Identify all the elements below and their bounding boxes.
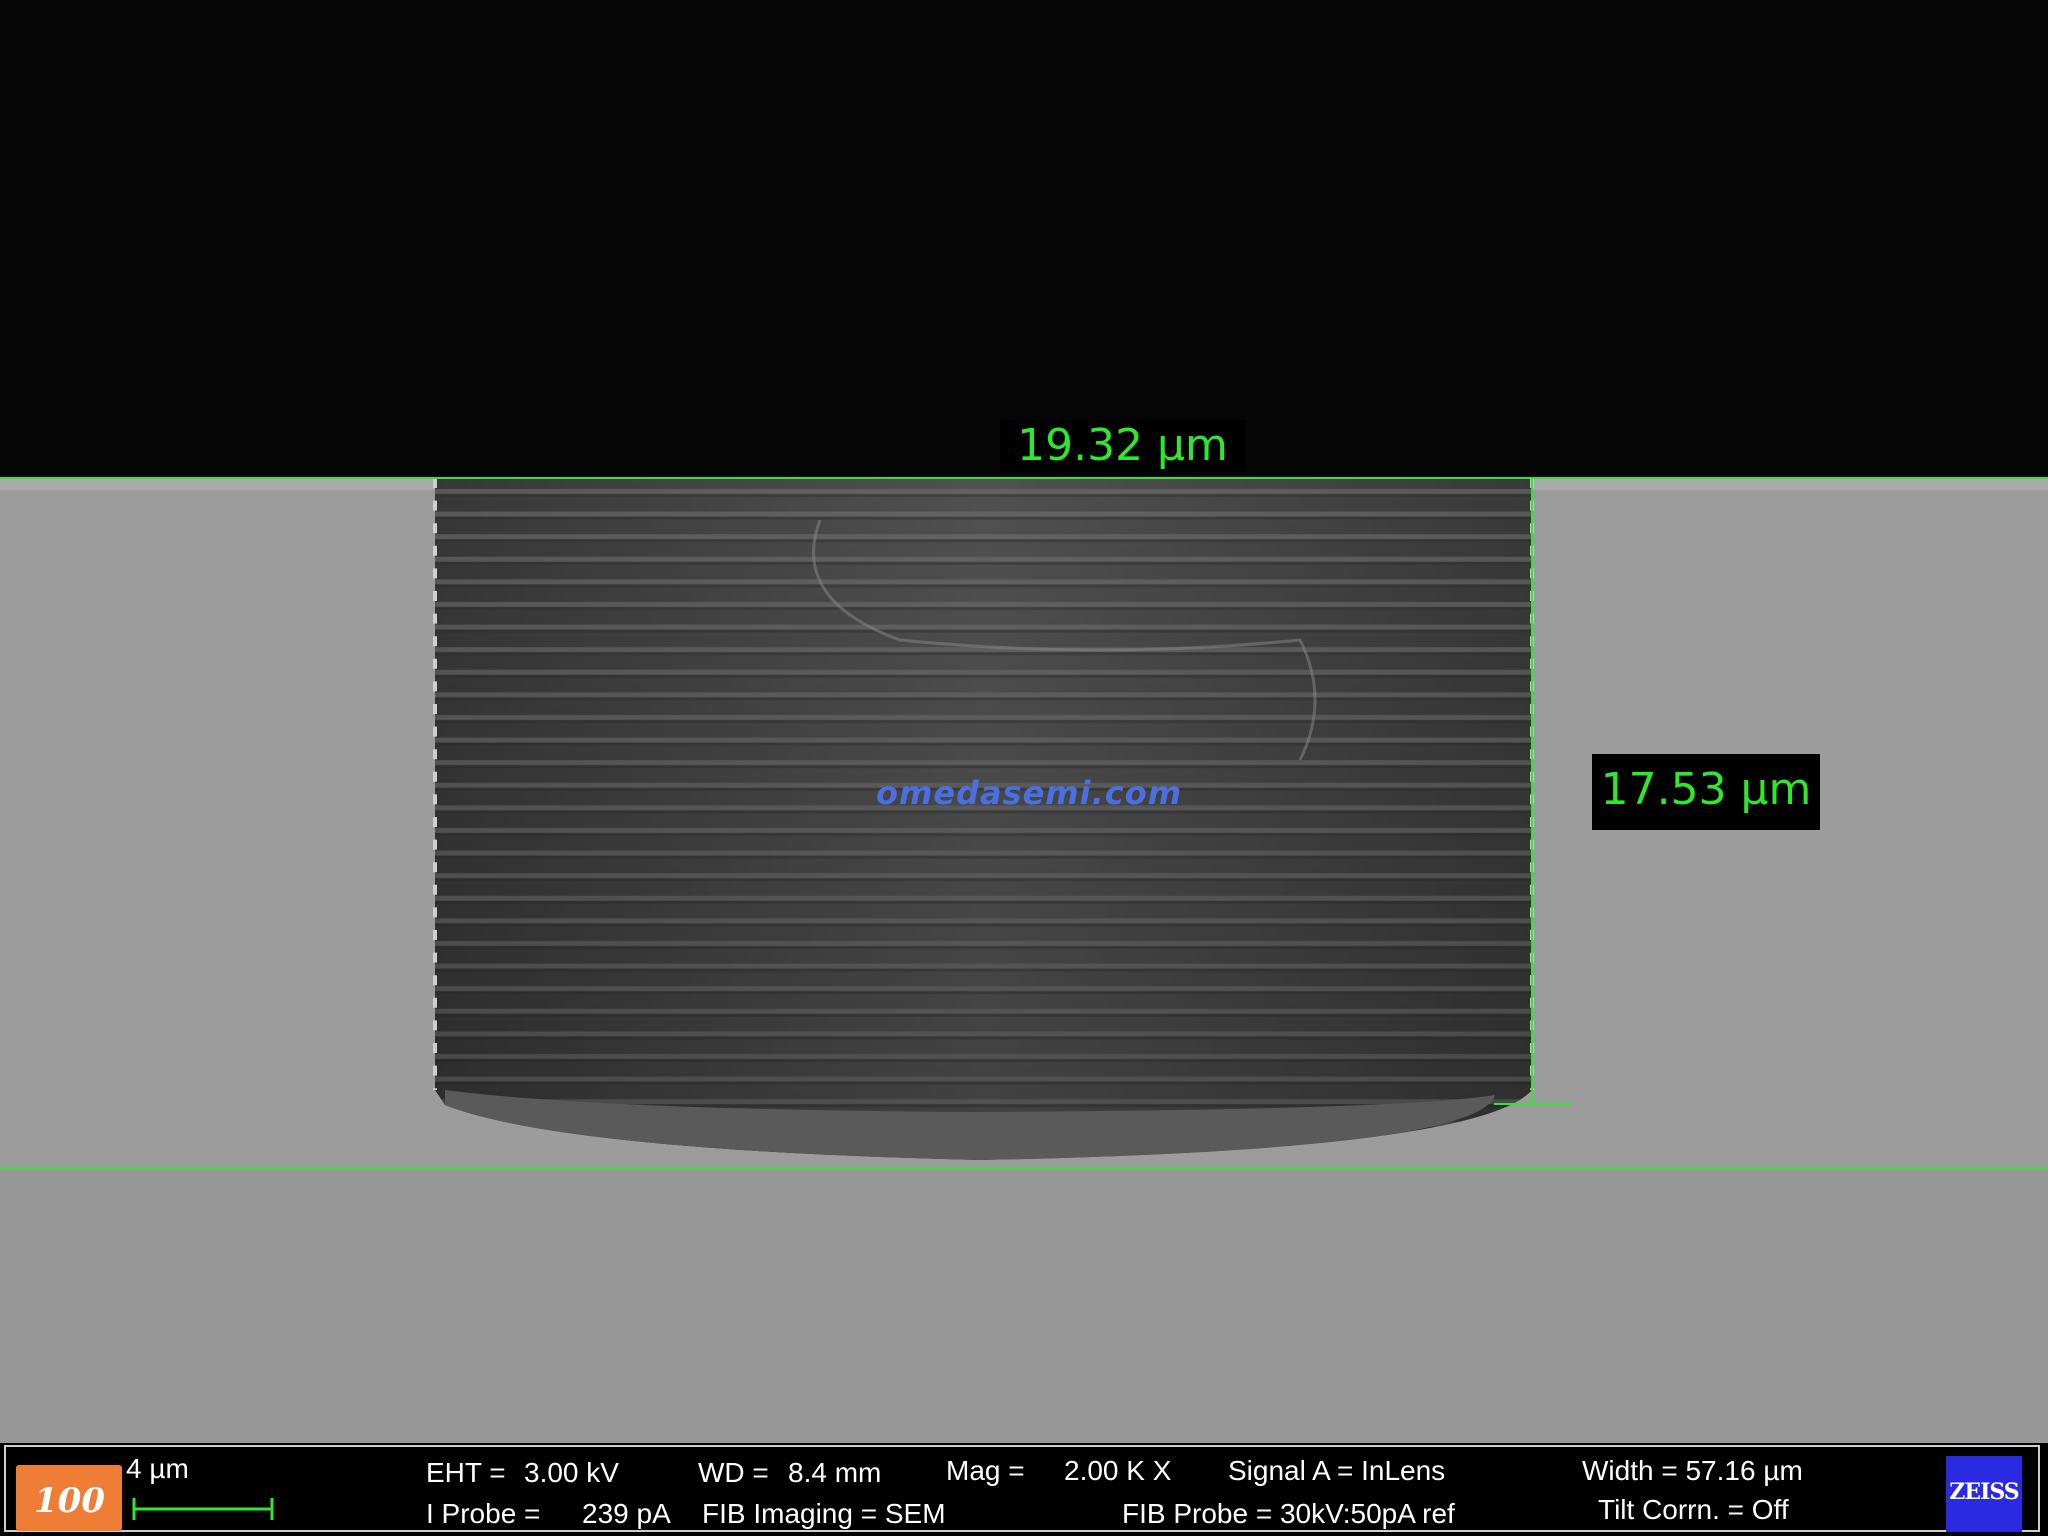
scale-bar xyxy=(132,1498,274,1520)
zeiss-logo: ZEISS xyxy=(1946,1456,2022,1532)
eht-value: 3.00 kV xyxy=(524,1457,619,1488)
fib-probe: FIB Probe = 30kV:50pA ref xyxy=(1122,1498,1455,1529)
vacuum-region xyxy=(0,0,2048,478)
mag-label: Mag = xyxy=(946,1455,1025,1486)
signal: Signal A = InLens xyxy=(1228,1455,1446,1486)
wd-label: WD = xyxy=(698,1457,769,1488)
depth-measurement-label: 17.53 µm xyxy=(1592,754,1820,830)
wd-value: 8.4 mm xyxy=(788,1457,882,1488)
iprobe-value: 239 pA xyxy=(582,1498,671,1529)
fib-imaging: FIB Imaging = SEM xyxy=(702,1498,946,1529)
width-measurement-label: 19.32 µm xyxy=(1000,420,1245,472)
iprobe-label: I Probe = xyxy=(426,1498,541,1529)
field-width: Width = 57.16 µm xyxy=(1582,1455,1803,1486)
tilt-correction: Tilt Corrn. = Off xyxy=(1598,1494,1789,1525)
sem-micrograph: 19.32 µm 17.53 µm omedasemi.com xyxy=(0,0,2048,1443)
scale-label: 4 µm xyxy=(126,1453,189,1484)
info-bar: 100 4 µm EHT = 3.00 kV I Probe = 239 pA … xyxy=(0,1443,2048,1536)
watermark: omedasemi.com xyxy=(876,774,1183,812)
mag-value: 2.00 K X xyxy=(1064,1455,1172,1486)
instrument-logo: 100 xyxy=(16,1465,122,1531)
eht-label: EHT = xyxy=(426,1457,506,1488)
info-bar-frame: 100 4 µm EHT = 3.00 kV I Probe = 239 pA … xyxy=(4,1445,2040,1532)
